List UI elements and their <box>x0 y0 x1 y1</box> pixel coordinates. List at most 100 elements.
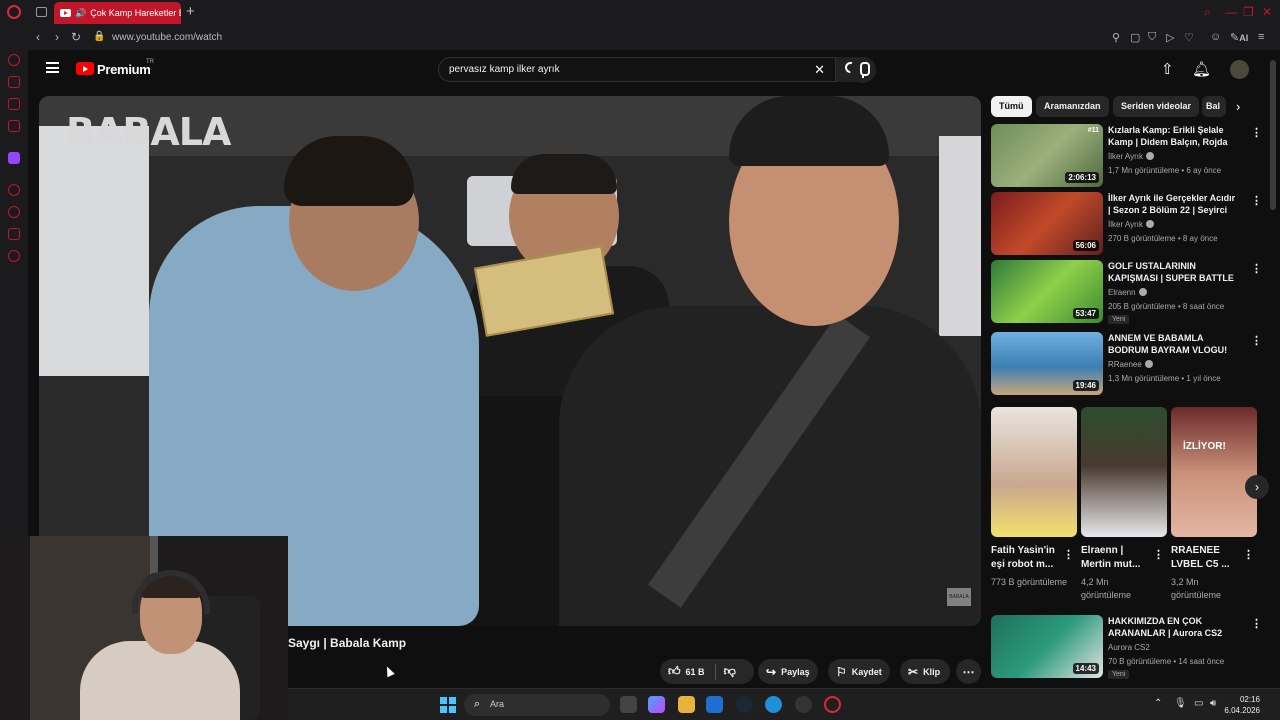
video-thumbnail[interactable]: 53:47 <box>991 260 1103 323</box>
sidebar-instagram-icon[interactable] <box>8 120 20 132</box>
back-icon[interactable]: ‹ <box>36 30 40 44</box>
channel-name[interactable]: RRaenee <box>1108 360 1153 369</box>
more-actions-button[interactable]: ⋯ <box>956 659 981 684</box>
snapshot-icon[interactable]: ▢ <box>1130 31 1140 44</box>
copilot-icon[interactable] <box>648 696 665 713</box>
related-video[interactable]: 53:47 GOLF USTALARININ KAPIŞMASI | SUPER… <box>991 260 1262 324</box>
app-icon[interactable] <box>795 696 812 713</box>
store-icon[interactable] <box>706 696 723 713</box>
youtube-brand[interactable]: Premium <box>97 62 151 77</box>
chevron-right-icon[interactable]: › <box>1236 99 1240 114</box>
channel-name[interactable]: Aurora CS2 <box>1108 643 1150 652</box>
dislike-icon[interactable]: 👎︎ <box>724 664 736 679</box>
more-options-icon[interactable]: ⋮ <box>1251 334 1262 347</box>
more-options-icon[interactable]: ⋮ <box>1063 548 1074 561</box>
more-options-icon[interactable]: ⋮ <box>1251 617 1262 630</box>
search-input[interactable]: pervasız kamp ilker ayrık ✕ <box>438 57 836 82</box>
ai-icon[interactable]: ✎AI <box>1230 31 1248 44</box>
sidebar-ai-icon[interactable] <box>8 54 20 66</box>
reload-icon[interactable]: ↻ <box>71 30 81 44</box>
tray-volume-icon[interactable]: 🔊︎ <box>1210 698 1216 709</box>
chip-more[interactable]: Bal <box>1202 96 1226 117</box>
hamburger-menu-icon[interactable] <box>46 62 59 73</box>
microphone-icon[interactable] <box>850 57 876 83</box>
sidebar-chat-icon[interactable] <box>8 228 20 240</box>
video-thumbnail[interactable]: 56:06 <box>991 192 1103 255</box>
taskbar-clock[interactable]: 02:16 6.04.2026 <box>1220 694 1260 716</box>
related-title[interactable]: Kızlarla Kamp: Erikli Şelale Kamp | Dide… <box>1108 124 1236 148</box>
page-scrollbar[interactable] <box>1270 60 1276 210</box>
windows-start-icon[interactable] <box>440 697 456 713</box>
player-icon[interactable]: ▷ <box>1166 31 1174 44</box>
maximize-icon[interactable]: ❐ <box>1243 5 1254 19</box>
chip-series[interactable]: Seriden videolar <box>1113 96 1200 117</box>
opera-taskbar-icon[interactable] <box>824 696 841 713</box>
channel-name[interactable]: Elraenn <box>1108 288 1147 297</box>
new-tab-icon[interactable]: + <box>186 3 195 20</box>
more-options-icon[interactable]: ⋮ <box>1251 126 1262 139</box>
sidebar-player-icon[interactable] <box>8 184 20 196</box>
task-view-icon[interactable] <box>620 696 637 713</box>
related-title[interactable]: İlker Ayrık ile Gerçekler Acıdır | Sezon… <box>1108 192 1236 216</box>
short-title[interactable]: RRAENEE LVBEL C5 ... <box>1171 544 1243 572</box>
browser-tab-active[interactable]: 🔊 Çok Kamp Hareketler B <box>54 2 181 24</box>
chip-from-search[interactable]: Aramanızdan <box>1036 96 1109 117</box>
heart-icon[interactable]: ♡ <box>1184 31 1194 44</box>
short-thumbnail[interactable] <box>1081 407 1167 537</box>
avatar[interactable] <box>1230 60 1249 79</box>
search-tabs-icon[interactable]: ⌕ <box>1204 5 1211 20</box>
channel-name[interactable]: İlker Ayrık <box>1108 152 1154 161</box>
related-video[interactable]: #11 2:06:13 Kızlarla Kamp: Erikli Şelale… <box>991 124 1262 188</box>
more-options-icon[interactable]: ⋮ <box>1251 262 1262 275</box>
like-icon[interactable]: 👍︎ <box>668 664 681 679</box>
related-title[interactable]: HAKKIMIZDA EN ÇOK ARANANLAR | Aurora CS2 <box>1108 615 1236 639</box>
chip-all[interactable]: Tümü <box>991 96 1032 117</box>
more-options-icon[interactable]: ⋮ <box>1251 194 1262 207</box>
pin-icon[interactable]: ⚲ <box>1112 31 1120 44</box>
shorts-next-icon[interactable]: › <box>1245 475 1269 499</box>
related-video[interactable]: 19:46 ANNEM VE BABAMLA BODRUM BAYRAM VLO… <box>991 332 1262 396</box>
steam-icon[interactable] <box>736 696 753 713</box>
sidebar-history-icon[interactable] <box>8 206 20 218</box>
short-thumbnail[interactable]: İZLİYOR! <box>1171 407 1257 537</box>
minimize-icon[interactable]: — <box>1225 5 1237 19</box>
related-video[interactable]: 56:06 İlker Ayrık ile Gerçekler Acıdır |… <box>991 192 1262 256</box>
shield-icon[interactable]: ⛉ <box>1148 31 1156 44</box>
lock-icon[interactable]: 🔒 <box>93 31 105 42</box>
sidebar-bag-icon[interactable] <box>8 76 20 88</box>
menu-icon[interactable]: ≡ <box>1258 31 1264 43</box>
sidebar-settings-icon[interactable] <box>8 250 20 262</box>
related-video[interactable]: 14:43 HAKKIMIZDA EN ÇOK ARANANLAR | Auro… <box>991 615 1262 685</box>
upload-icon[interactable]: ⇧ <box>1161 60 1174 78</box>
clear-search-icon[interactable]: ✕ <box>814 62 825 78</box>
youtube-logo-icon[interactable] <box>76 62 94 75</box>
save-button[interactable]: ⚐ Kaydet <box>828 659 890 684</box>
clip-button[interactable]: ✂ Klip <box>900 659 950 684</box>
tray-mic-icon[interactable]: 🎙︎ <box>1174 698 1187 709</box>
speaker-icon[interactable]: 🔊 <box>75 8 86 19</box>
sidebar-messenger-icon[interactable] <box>8 98 20 110</box>
close-window-icon[interactable]: ✕ <box>1262 5 1272 19</box>
short-thumbnail[interactable] <box>991 407 1077 537</box>
like-count[interactable]: 61 B <box>686 667 705 677</box>
file-explorer-icon[interactable] <box>678 696 695 713</box>
related-title[interactable]: GOLF USTALARININ KAPIŞMASI | SUPER BATTL… <box>1108 260 1236 284</box>
channel-name[interactable]: İlker Ayrık <box>1108 220 1154 229</box>
edge-icon[interactable] <box>765 696 782 713</box>
related-title[interactable]: ANNEM VE BABAMLA BODRUM BAYRAM VLOGU! <box>1108 332 1236 356</box>
share-button[interactable]: ↪ Paylaş <box>758 659 818 684</box>
video-thumbnail[interactable]: 14:43 <box>991 615 1103 678</box>
video-thumbnail[interactable]: 19:46 <box>991 332 1103 395</box>
notifications-bell-icon[interactable]: 🔔︎ <box>1192 60 1211 78</box>
video-thumbnail[interactable]: #11 2:06:13 <box>991 124 1103 187</box>
more-options-icon[interactable]: ⋮ <box>1243 548 1254 561</box>
more-options-icon[interactable]: ⋮ <box>1153 548 1164 561</box>
search-query[interactable]: pervasız kamp ilker ayrık <box>449 64 560 75</box>
short-title[interactable]: Fatih Yasin'in eşi robot m... <box>991 544 1063 572</box>
tray-chevron-icon[interactable]: ⌃ <box>1154 698 1162 709</box>
tab-workspace-icon[interactable] <box>36 7 47 17</box>
short-title[interactable]: Elraenn | Mertin mut... <box>1081 544 1153 572</box>
tray-network-icon[interactable]: ▭ <box>1194 698 1203 709</box>
forward-icon[interactable]: › <box>55 30 59 44</box>
url-field[interactable]: www.youtube.com/watch <box>112 32 222 43</box>
